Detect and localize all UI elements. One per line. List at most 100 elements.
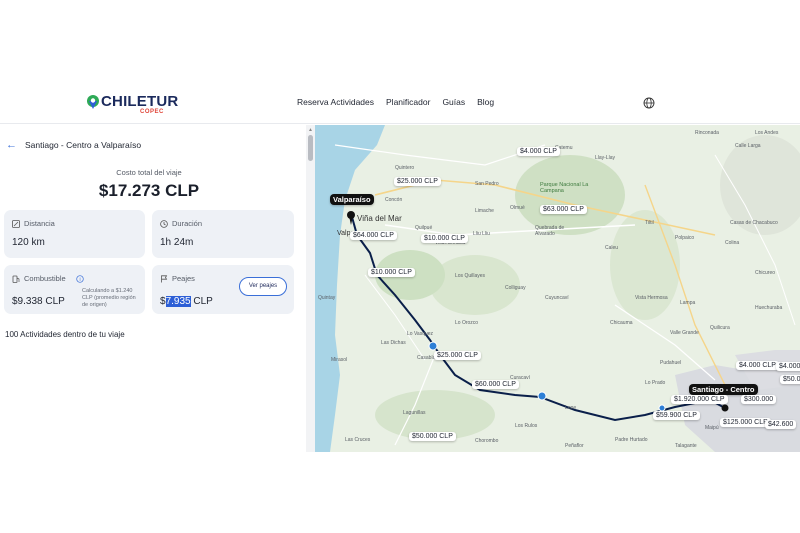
town-quilpue: Quilpué: [415, 225, 433, 231]
town-polpaico: Polpaico: [675, 235, 695, 241]
clock-icon: [160, 219, 168, 228]
town-chicauma: Chicauma: [610, 320, 633, 326]
town-lo-prado: Lo Prado: [645, 380, 666, 386]
town-olmue: Olmué: [510, 205, 525, 211]
price-pin[interactable]: $10.000 CLP: [368, 268, 415, 277]
route-map[interactable]: Viña del Mar Valpa Limache Olmué Quilpué…: [315, 125, 800, 452]
santiago-centro-marker-label[interactable]: Santiago - Centro: [689, 384, 758, 395]
town-lo-orozco: Lo Orozco: [455, 320, 479, 326]
activities-count: 100 Actividades dentro de tu viaje: [5, 330, 125, 339]
price-pin[interactable]: $125.000 CLP: [720, 418, 771, 427]
price-pin[interactable]: $63.000 CLP: [540, 205, 587, 214]
town-llay-llay: Llay-Llay: [595, 155, 616, 161]
price-pin[interactable]: $25.000 CLP: [394, 177, 441, 186]
fuel-note: Calculando a $1.240 CLP (promedio región…: [82, 288, 136, 308]
back-arrow-icon[interactable]: ←: [6, 139, 17, 151]
town-cuyuncavi: Cuyuncaví: [545, 295, 569, 301]
total-cost-label: Costo total del viaje: [116, 168, 182, 177]
town-las-cruces: Las Cruces: [345, 437, 371, 443]
route-title: Santiago - Centro a Valparaíso: [25, 140, 142, 150]
nav-blog[interactable]: Blog: [477, 97, 494, 107]
town-colina: Colina: [725, 240, 740, 246]
valparaiso-marker-label[interactable]: Valparaíso: [330, 194, 374, 205]
town-valle-grande: Valle Grande: [670, 330, 699, 336]
distance-value: 120 km: [12, 237, 45, 248]
nav-guias[interactable]: Guías: [442, 97, 465, 107]
price-pin[interactable]: $1.920.000 CLP: [671, 395, 728, 404]
fuel-value: $9.338 CLP: [12, 296, 65, 307]
total-cost-value: $17.273 CLP: [98, 181, 200, 200]
town-padre-hurtado: Padre Hurtado: [615, 437, 648, 443]
nav-planificador[interactable]: Planificador: [386, 97, 430, 107]
fuel-pump-icon: [12, 275, 20, 283]
price-pin[interactable]: $4.000: [776, 362, 800, 371]
town-san-pedro: San Pedro: [475, 181, 499, 187]
logo-subtext: COPEC: [140, 109, 164, 115]
main-nav: Reserva Actividades Planificador Guías B…: [297, 97, 494, 107]
site-header: CHILETUR COPEC Reserva Actividades Plani…: [0, 84, 800, 124]
town-vina-del-mar: Viña del Mar: [357, 214, 402, 223]
logo-text: CHILETUR: [101, 93, 179, 110]
price-pin[interactable]: $10.000 CLP: [421, 234, 468, 243]
trip-panel: ← Santiago - Centro a Valparaíso Costo t…: [0, 125, 306, 452]
distance-label: Distancia: [24, 219, 55, 228]
panel-scrollbar[interactable]: ▲: [306, 125, 315, 452]
price-pin[interactable]: $4.000 CLP: [517, 147, 560, 156]
price-pin[interactable]: $4.000 CLP: [736, 361, 779, 370]
price-pin[interactable]: $50.0: [780, 375, 800, 384]
town-quilicura: Quilicura: [710, 325, 730, 331]
price-pin[interactable]: $59.900 CLP: [653, 411, 700, 420]
town-lo-vasquez: Lo Vasquez: [407, 331, 434, 337]
nav-reserva-actividades[interactable]: Reserva Actividades: [297, 97, 374, 107]
town-los-rulos: Los Rulos: [515, 423, 538, 429]
top-whitespace: [0, 0, 800, 84]
town-talagante: Talagante: [675, 443, 697, 449]
fuel-card: Combustible i $9.338 CLP Calculando a $1…: [4, 265, 145, 314]
town-tiltil: Tiltil: [645, 220, 654, 226]
globe-icon[interactable]: [643, 97, 655, 109]
ver-peajes-button[interactable]: Ver peajes: [239, 277, 287, 296]
town-caleu: Caleu: [605, 245, 619, 251]
town-colliguay: Colliguay: [505, 285, 526, 291]
route-header: ← Santiago - Centro a Valparaíso: [6, 139, 141, 151]
price-pin[interactable]: $60.000 CLP: [472, 380, 519, 389]
tolls-label: Peajes: [172, 274, 195, 283]
town-pudahuel: Pudahuel: [660, 360, 682, 366]
town-lliu-lliu: Lliu Lliu: [473, 231, 490, 237]
town-rinconada: Rinconada: [695, 130, 719, 136]
distance-icon: [12, 219, 20, 228]
price-pin[interactable]: $64.000 CLP: [350, 231, 397, 240]
info-icon[interactable]: i: [76, 274, 84, 283]
scroll-thumb[interactable]: [308, 135, 313, 161]
town-casas-de-chacabuco: Casas de Chacabuco: [730, 220, 778, 226]
tolls-card: Peajes $7.935 CLP Ver peajes: [152, 265, 294, 314]
logo-pin-icon: [87, 95, 99, 109]
town-los-quillayes: Los Quillayes: [455, 273, 486, 279]
duration-value: 1h 24m: [160, 237, 194, 248]
duration-label: Duración: [172, 219, 203, 228]
tolls-value-selection: 7.935: [165, 296, 191, 307]
price-pin[interactable]: $50.000 CLP: [409, 432, 456, 441]
town-chorombo: Chorombo: [475, 438, 499, 444]
town-limache: Limache: [475, 208, 494, 214]
town-lampa: Lampa: [680, 300, 696, 306]
svg-text:i: i: [79, 277, 80, 283]
town-las-dichas: Las Dichas: [381, 340, 406, 346]
town-maipu: Maipú: [705, 425, 719, 431]
town-los-andes: Los Andes: [755, 130, 779, 136]
town-quebrada-de-alvarado: Quebrada de Alvarado: [535, 225, 565, 237]
town-lagunillas: Lagunillas: [403, 410, 426, 416]
town-quintero: Quintero: [395, 165, 415, 171]
town-parque-la-campana: Parque Nacional La Campana: [540, 182, 589, 194]
town-vista-hermosa: Vista Hermosa: [635, 295, 668, 301]
price-pin[interactable]: $25.000 CLP: [434, 351, 481, 360]
tolls-value: $7.935 CLP: [160, 296, 213, 307]
price-pin[interactable]: $42.600: [765, 420, 797, 429]
scroll-up-icon[interactable]: ▲: [308, 127, 313, 133]
town-penaflor: Peñaflor: [565, 443, 584, 449]
town-chicureo: Chicureo: [755, 270, 776, 276]
town-huechuraba: Huechuraba: [755, 305, 783, 311]
distance-card: Distancia 120 km: [4, 210, 145, 258]
price-pin[interactable]: $300.000: [741, 395, 777, 404]
fuel-label: Combustible: [24, 274, 66, 283]
